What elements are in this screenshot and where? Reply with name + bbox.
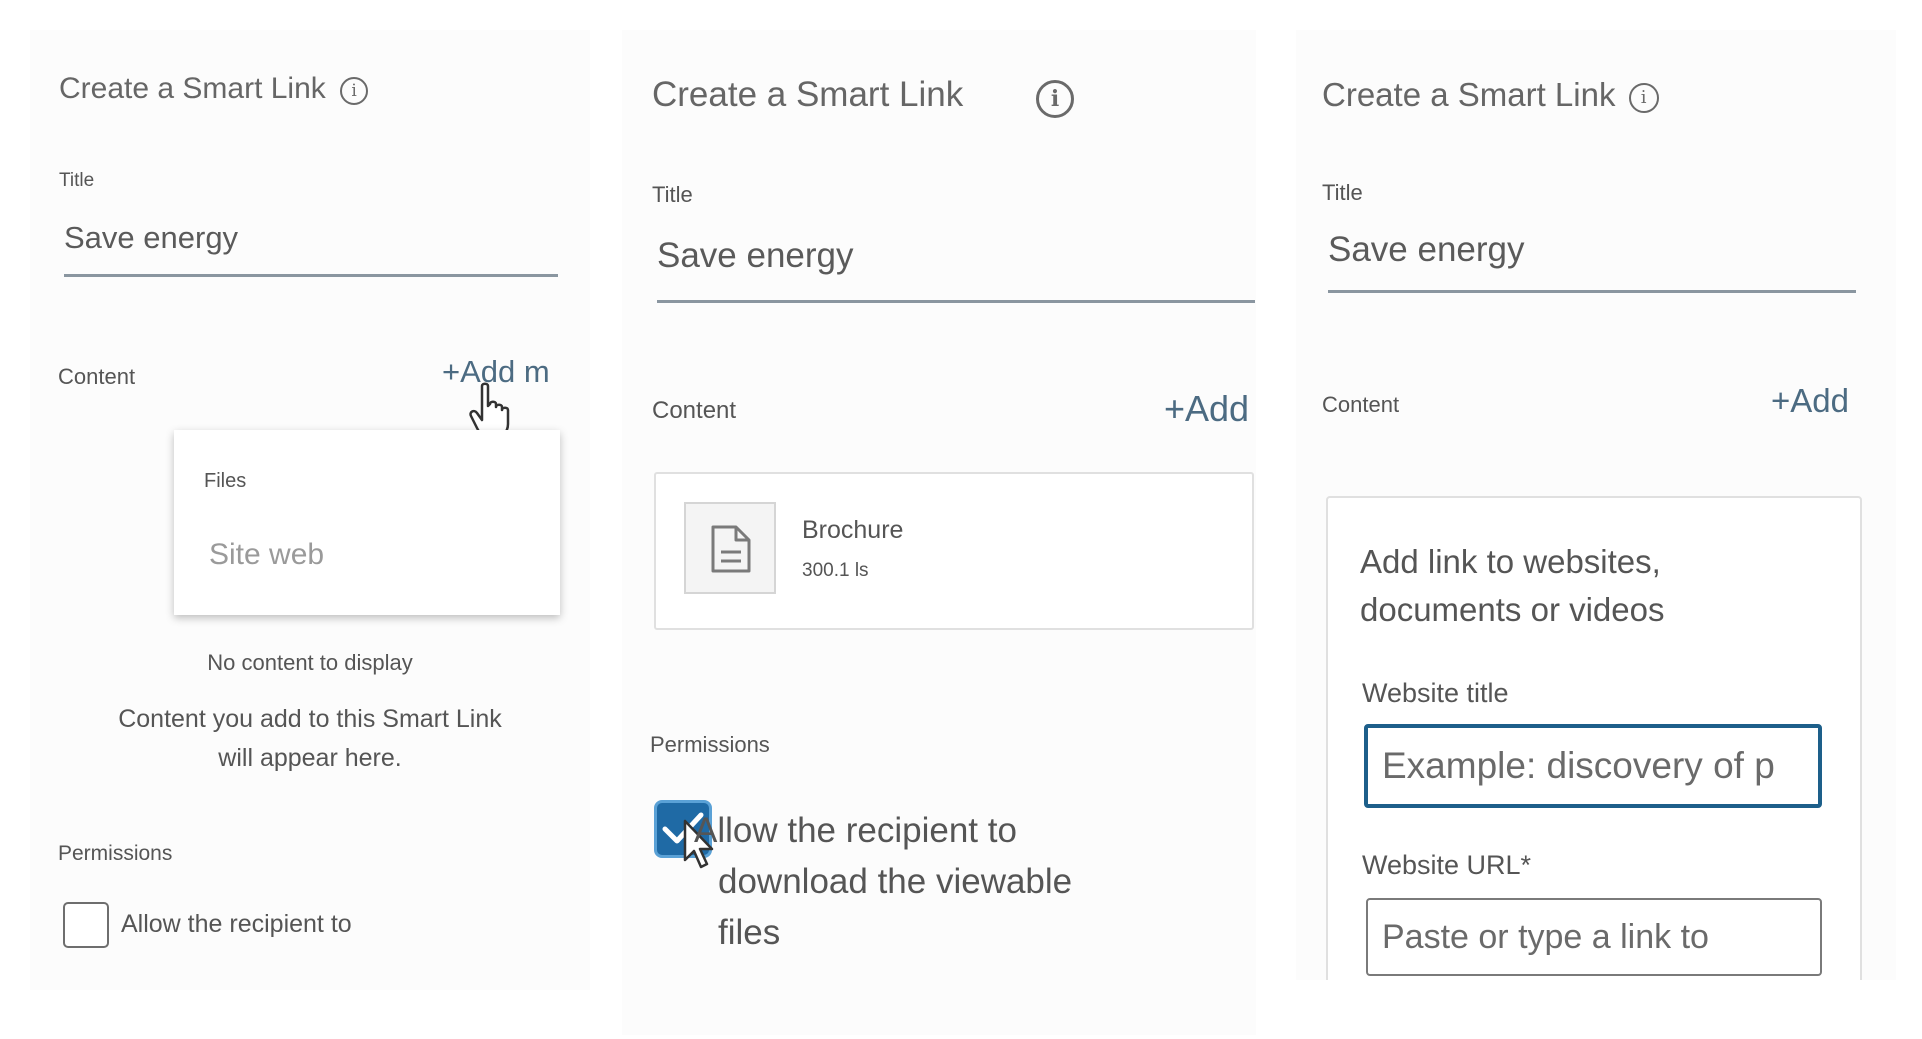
allow-download-label: Allow the recipient to download the view… bbox=[694, 805, 1072, 958]
panel-title: Create a Smart Link bbox=[652, 75, 964, 114]
content-label: Content bbox=[58, 364, 136, 389]
empty-state-text: Content you add to this Smart Link will … bbox=[30, 700, 590, 778]
file-card[interactable]: Brochure 300.1 ls bbox=[654, 472, 1254, 630]
title-label: Title bbox=[652, 182, 693, 207]
add-link-card: Add link to websites, documents or video… bbox=[1326, 496, 1862, 980]
title-input-underline bbox=[64, 274, 558, 277]
add-link-card-heading-line: documents or videos bbox=[1360, 591, 1665, 628]
file-name: Brochure bbox=[802, 516, 904, 544]
smart-link-panel-3: Create a Smart Link i Title Save energy … bbox=[1296, 30, 1896, 980]
file-thumbnail bbox=[684, 502, 776, 594]
website-title-label: Website title bbox=[1362, 678, 1509, 708]
title-label: Title bbox=[59, 170, 95, 191]
add-link-card-heading: Add link to websites, documents or video… bbox=[1360, 538, 1665, 634]
permissions-label: Permissions bbox=[58, 842, 173, 865]
panel-title: Create a Smart Link i bbox=[59, 72, 369, 106]
empty-state-heading: No content to display bbox=[207, 650, 413, 675]
add-content-menu: Files Site web bbox=[174, 430, 560, 615]
title-input[interactable]: Save energy bbox=[657, 236, 854, 276]
title-input-underline bbox=[657, 300, 1255, 303]
title-input[interactable]: Save energy bbox=[1328, 230, 1525, 270]
add-link-card-heading-line: Add link to websites, bbox=[1360, 543, 1661, 580]
menu-item-files[interactable]: Files bbox=[204, 470, 246, 493]
allow-download-label-line: Allow the recipient to bbox=[694, 811, 1017, 850]
info-icon[interactable]: i bbox=[1628, 82, 1659, 113]
permissions-label: Permissions bbox=[650, 732, 770, 757]
title-label: Title bbox=[1322, 180, 1363, 205]
file-size: 300.1 ls bbox=[802, 560, 869, 581]
empty-state-text-line: will appear here. bbox=[218, 744, 402, 772]
website-url-label: Website URL* bbox=[1362, 850, 1532, 880]
title-input[interactable]: Save energy bbox=[64, 220, 238, 256]
info-icon[interactable]: i bbox=[340, 77, 369, 105]
allow-download-label-line: files bbox=[718, 913, 781, 952]
title-input-underline bbox=[1328, 290, 1856, 293]
content-label: Content bbox=[652, 397, 737, 424]
allow-download-checkbox[interactable] bbox=[63, 902, 109, 948]
panel-title: Create a Smart Link i bbox=[1322, 76, 1659, 114]
smart-link-panel-2: Create a Smart Link i Title Save energy … bbox=[622, 30, 1256, 1035]
document-icon bbox=[711, 525, 751, 573]
menu-item-site-web[interactable]: Site web bbox=[209, 538, 324, 572]
info-icon[interactable]: i bbox=[1036, 80, 1074, 118]
add-content-button[interactable]: +Add bbox=[1771, 382, 1849, 420]
content-label: Content bbox=[1322, 392, 1400, 417]
smart-link-panel-1: Create a Smart Link i Title Save energy … bbox=[30, 30, 590, 990]
empty-state-text-line: Content you add to this Smart Link bbox=[118, 705, 502, 733]
panel-title-text: Create a Smart Link bbox=[1322, 76, 1616, 113]
allow-download-label: Allow the recipient to bbox=[121, 910, 352, 938]
website-title-input[interactable] bbox=[1364, 724, 1822, 808]
add-content-button[interactable]: +Add bbox=[1164, 388, 1249, 430]
panel-title-text: Create a Smart Link bbox=[59, 72, 326, 105]
website-url-input[interactable] bbox=[1366, 898, 1822, 976]
allow-download-label-line: download the viewable bbox=[718, 862, 1073, 901]
